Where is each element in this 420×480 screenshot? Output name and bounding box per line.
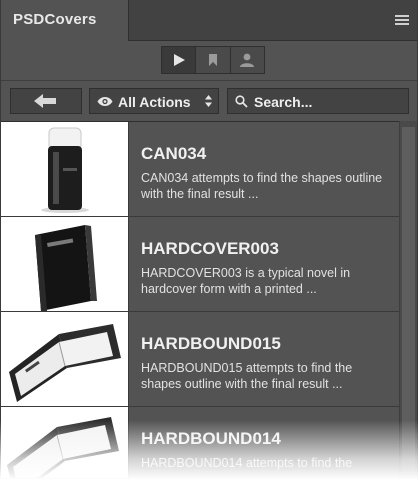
arrow-left-icon [34,94,56,108]
bookmark-icon [208,54,217,66]
chevron-updown-icon [205,95,212,107]
play-icon [173,54,185,66]
hardbound-thumbnail [1,312,129,406]
search-field[interactable]: Search... [227,88,409,114]
hardbound-thumbnail [1,407,129,478]
item-title: CAN034 [141,144,207,163]
user-mode-button[interactable] [230,47,264,73]
actions-filter-label: All Actions [118,94,191,110]
actions-panel: PSDCovers All Actions Search... CAN034 C… [0,0,418,479]
item-description: HARDBOUND014 attempts to find the [141,456,353,470]
list-item[interactable]: HARDBOUND014 HARDBOUND014 attempts to fi… [1,407,399,478]
scrollbar-thumb[interactable] [402,127,415,473]
bookmark-mode-button[interactable] [196,47,231,73]
item-description: CAN034 attempts to find the shapes outli… [141,171,383,201]
eye-icon [97,97,113,106]
tab-psdcovers[interactable]: PSDCovers [1,0,129,41]
item-title: HARDCOVER003 [141,239,279,258]
back-button[interactable] [10,88,82,114]
item-title: HARDBOUND015 [141,334,281,353]
panel-menu-icon[interactable] [395,15,409,25]
list-item[interactable]: HARDCOVER003 HARDCOVER003 is a typical n… [1,217,399,312]
tab-title: PSDCovers [13,11,97,28]
search-icon [235,95,248,108]
list-item[interactable]: CAN034 CAN034 attempts to find the shape… [1,122,399,217]
hardcover-thumbnail [1,217,129,311]
actions-filter-select[interactable]: All Actions [89,88,219,114]
play-mode-button[interactable] [162,47,197,73]
list-scrollbar[interactable] [399,121,417,478]
user-icon [240,53,255,67]
can-thumbnail [1,122,129,216]
item-description: HARDBOUND015 attempts to find the shapes… [141,361,353,391]
toolbar-divider [1,80,417,81]
actions-list: CAN034 CAN034 attempts to find the shape… [1,121,399,478]
list-item[interactable]: HARDBOUND015 HARDBOUND015 attempts to fi… [1,312,399,407]
search-placeholder: Search... [254,94,313,110]
panel-tab-bar: PSDCovers [1,0,417,41]
item-description: HARDCOVER003 is a typical novel in hardc… [141,266,351,296]
item-title: HARDBOUND014 [141,429,281,448]
mode-toggle-group [161,46,265,74]
